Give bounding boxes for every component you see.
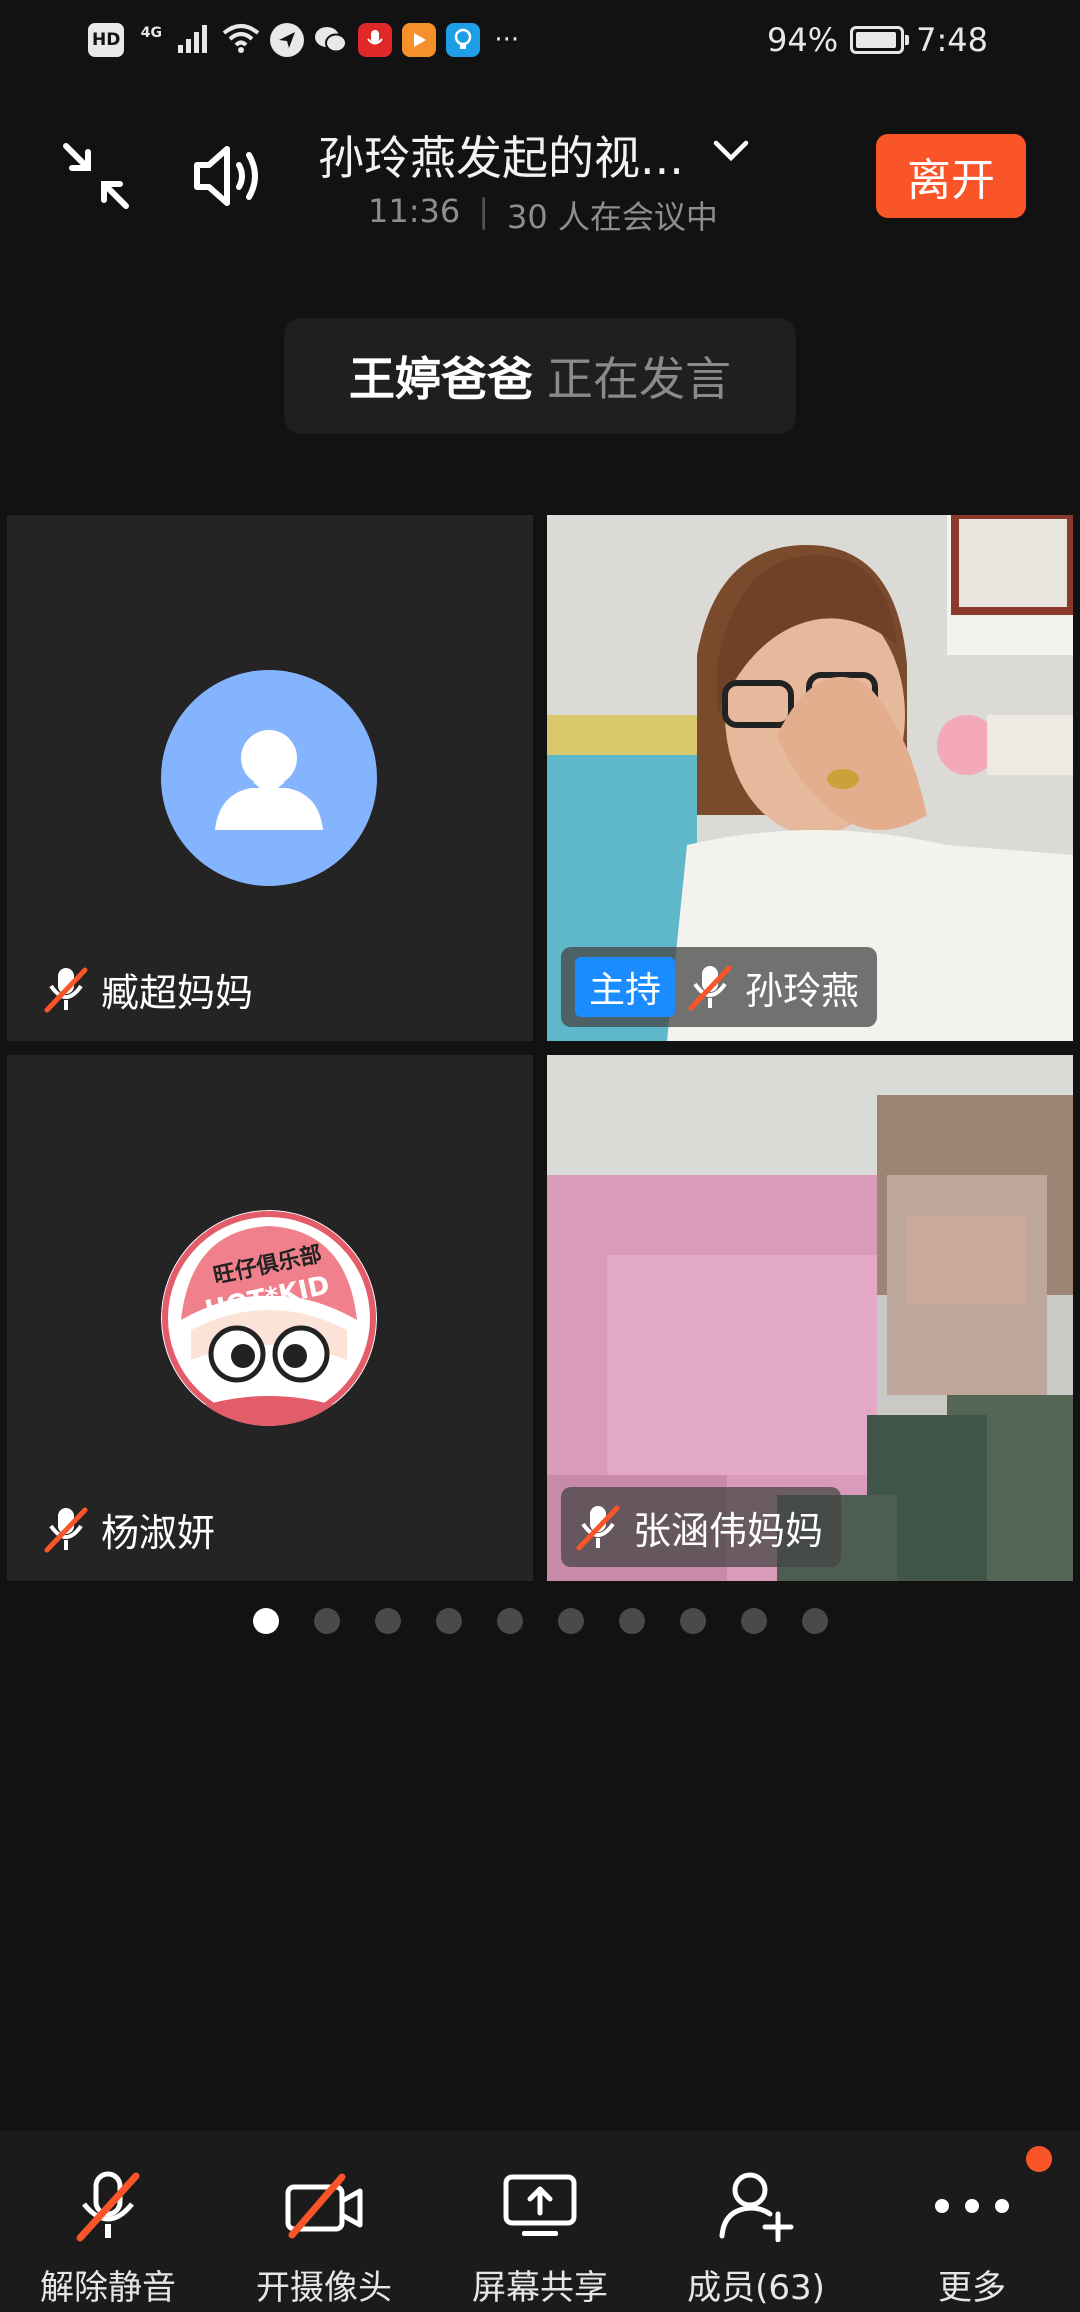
page-dot[interactable] <box>435 1608 462 1634</box>
title-expand-button[interactable] <box>706 126 756 176</box>
battery-percent: 94% <box>767 21 839 59</box>
subtitle-separator: | <box>478 192 489 230</box>
participant-name: 臧超妈妈 <box>101 970 254 1015</box>
status-icons-left: HD 4G ··· <box>88 18 519 62</box>
host-badge: 主持 <box>575 957 676 1017</box>
location-app-icon <box>270 23 305 57</box>
camera-button[interactable]: 开摄像头 <box>224 2130 424 2312</box>
meeting-subtitle: 11:36 | 30 人在会议中 <box>368 192 718 238</box>
active-speaker-name: 王婷爸爸 <box>349 352 533 406</box>
signal-icon <box>178 23 212 57</box>
mic-off-icon <box>575 1502 621 1552</box>
hd-indicator: HD <box>88 23 125 57</box>
page-dot[interactable] <box>557 1608 584 1634</box>
page-dot[interactable] <box>801 1608 828 1634</box>
page-dot[interactable] <box>618 1608 645 1634</box>
camera-label: 开摄像头 <box>256 2268 392 2308</box>
meeting-header: 孙玲燕发起的视... 11:36 | 30 人在会议中 离开 <box>0 110 1080 260</box>
clock: 7:48 <box>916 21 988 59</box>
page-dot[interactable] <box>740 1608 767 1634</box>
hot-kid-avatar-image: 旺仔俱乐部 HOT*KID <box>161 1210 377 1426</box>
page-dot-active[interactable] <box>252 1608 279 1634</box>
screen-share-button[interactable]: 屏幕共享 <box>440 2130 640 2312</box>
camera-off-icon <box>284 2166 364 2246</box>
meeting-title[interactable]: 孙玲燕发起的视... <box>318 122 684 188</box>
speaker-icon <box>194 146 258 206</box>
participant-tile[interactable]: 旺仔俱乐部 HOT*KID 杨淑妍 <box>7 1055 533 1581</box>
more-label: 更多 <box>938 2268 1006 2308</box>
participant-name: 孙玲燕 <box>745 968 860 1013</box>
battery-fill <box>856 32 896 48</box>
unmute-label: 解除静音 <box>40 2268 176 2308</box>
participant-tile[interactable]: 臧超妈妈 <box>7 515 533 1041</box>
participant-label: 张涵伟妈妈 <box>561 1487 842 1567</box>
leave-button[interactable]: 离开 <box>876 134 1026 218</box>
members-label: 成员(63) <box>687 2268 825 2308</box>
screen-share-icon <box>500 2166 580 2246</box>
participant-label: 臧超妈妈 <box>43 959 253 1019</box>
participant-label: 主持 孙玲燕 <box>561 947 878 1027</box>
screen-share-label: 屏幕共享 <box>472 2268 608 2308</box>
chevron-down-icon <box>713 140 749 162</box>
mic-off-icon <box>68 2166 148 2246</box>
participant-count: 30 人在会议中 <box>507 198 718 236</box>
wechat-icon <box>314 23 348 57</box>
mic-off-icon <box>43 964 89 1014</box>
add-member-icon <box>716 2166 796 2246</box>
bulb-app-icon <box>446 23 481 57</box>
recorder-app-icon <box>358 23 393 57</box>
active-speaker-banner: 王婷爸爸 正在发言 <box>284 318 796 434</box>
default-avatar <box>161 670 377 886</box>
participant-avatar: 旺仔俱乐部 HOT*KID <box>161 1210 377 1426</box>
more-notifications-icon: ··· <box>494 25 520 55</box>
page-dot[interactable] <box>496 1608 523 1634</box>
minimize-button[interactable] <box>56 136 136 216</box>
meeting-elapsed: 11:36 <box>368 192 461 230</box>
participant-label: 杨淑妍 <box>43 1499 215 1559</box>
notification-dot <box>1026 2146 1052 2172</box>
participant-tile[interactable]: 张涵伟妈妈 <box>547 1055 1073 1581</box>
mic-off-icon <box>43 1504 89 1554</box>
page-dot[interactable] <box>679 1608 706 1634</box>
page-dot[interactable] <box>313 1608 340 1634</box>
participant-name: 杨淑妍 <box>101 1510 216 1555</box>
active-speaker-status: 正在发言 <box>547 352 731 406</box>
minimize-icon <box>63 143 129 209</box>
user-silhouette-icon <box>215 730 323 830</box>
meeting-toolbar: 解除静音 开摄像头 屏幕共享 成员(63) 更多 <box>0 2130 1080 2312</box>
members-button[interactable]: 成员(63) <box>656 2130 856 2312</box>
more-icon <box>932 2166 1012 2246</box>
network-type: 4G <box>140 25 162 41</box>
page-indicator <box>0 1608 1080 1634</box>
speaker-button[interactable] <box>186 136 276 216</box>
status-bar: HD 4G ··· 94% 7:48 <box>0 0 1080 80</box>
mic-off-icon <box>687 962 733 1012</box>
battery-icon <box>850 26 910 54</box>
wifi-icon <box>222 23 260 57</box>
participant-tile-host[interactable]: 主持 孙玲燕 <box>547 515 1073 1041</box>
unmute-button[interactable]: 解除静音 <box>8 2130 208 2312</box>
status-icons-right: 94% 7:48 <box>767 18 988 62</box>
page-dot[interactable] <box>374 1608 401 1634</box>
participant-name: 张涵伟妈妈 <box>633 1508 824 1553</box>
video-app-icon <box>402 23 437 57</box>
